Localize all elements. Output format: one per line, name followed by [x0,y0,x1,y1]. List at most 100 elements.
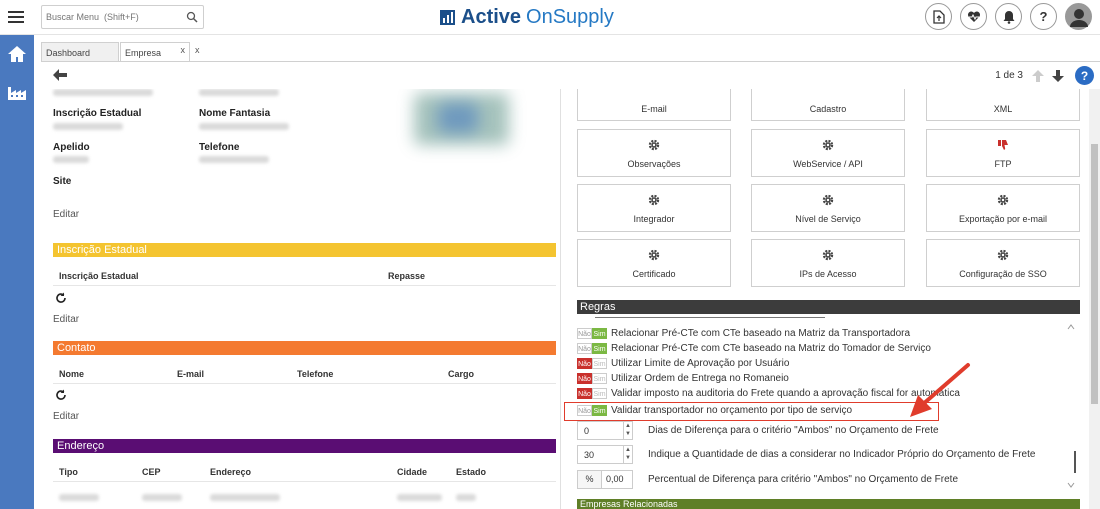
heart-pulse-icon[interactable] [960,3,987,30]
gear-icon [648,139,660,151]
label-nome-fantasia: Nome Fantasia [199,108,271,119]
card-certificado[interactable]: Certificado [577,239,731,287]
section-endereco: Endereço [53,439,556,453]
card-label: XML [993,104,1013,114]
column-inscricao-estadual: Inscrição Estadual [59,271,139,281]
section-inscricao-estadual: Inscrição Estadual [53,243,556,257]
dias-diferenca-input[interactable]: 0 ▲ ▼ [577,421,633,440]
document-upload-icon[interactable] [925,3,952,30]
percent-setting-row: % 0,00 Percentual de Diferença para crité… [577,470,958,489]
search-icon[interactable] [186,11,198,23]
gear-icon [822,249,834,261]
rule-toggle[interactable]: Não Sim [577,373,607,384]
rule-toggle[interactable]: Não Sim [577,328,607,339]
section-empresas-relacionadas: Empresas Relacionadas [577,499,1080,509]
rule-toggle[interactable]: Não Sim [577,358,607,369]
tab-label: Empresa [125,48,162,58]
side-nav [0,35,34,509]
numeric-setting-label: Indique a Quantidade de dias a considera… [648,449,1036,460]
card-label: E-mail [641,104,667,114]
close-all-tabs-icon[interactable]: x [191,42,204,61]
gear-icon [648,194,660,206]
quantidade-dias-input[interactable]: 30 ▲ ▼ [577,445,633,464]
rules-scrollbar[interactable] [1066,323,1076,489]
card-webservice-api[interactable]: WebService / API [751,129,905,177]
rule-toggle[interactable]: Não Sim [577,388,607,399]
card-nivel-de-servico[interactable]: Nível de Serviço [751,184,905,232]
label-site: Site [53,176,72,187]
stepper-icon[interactable]: ▲ ▼ [623,446,632,463]
close-tab-icon[interactable]: x [181,45,186,55]
rule-row: Não Sim Utilizar Limite de Aprovação por … [577,357,789,370]
rule-row: Não Sim Relacionar Pré-CTe com CTe basead… [577,327,910,340]
rule-row: Não Sim Relacionar Pré-CTe com CTe basead… [577,342,931,355]
percentual-diferenca-input[interactable]: % 0,00 [577,470,633,489]
label-inscricao-estadual: Inscrição Estadual [53,108,142,119]
refresh-icon[interactable] [55,389,67,401]
tab-empresa[interactable]: Empresa x [120,42,191,61]
edit-inscricao-link[interactable]: Editar [53,314,79,325]
scrollbar-thumb[interactable] [1091,144,1098,404]
column-repasse: Repasse [388,271,426,281]
numeric-setting-row: 0 ▲ ▼ Dias de Diferença para o critério "A… [577,421,939,440]
menu-icon[interactable] [8,8,24,24]
label-telefone: Telefone [199,142,240,153]
search-box[interactable] [41,5,204,29]
toolbar: 1 de 3 ? [41,61,1100,89]
company-info-panel: Inscrição Estadual Nome Fantasia Apelido… [41,89,560,509]
rule-label: Utilizar Limite de Aprovação por Usuário [611,358,790,369]
gear-icon [648,249,660,261]
user-avatar-icon[interactable] [1065,3,1092,30]
card-label: Integrador [633,214,675,224]
rule-toggle[interactable]: Não Sim [577,343,607,354]
previous-arrow-icon[interactable] [1031,69,1045,83]
column-cep: CEP [142,467,161,477]
card-label: Nível de Serviço [795,214,861,224]
gear-icon [822,194,834,206]
home-icon[interactable] [0,35,34,73]
card-xml[interactable]: XML [926,89,1080,121]
card-ftp[interactable]: FTP [926,129,1080,177]
card-integrador[interactable]: Integrador [577,184,731,232]
refresh-icon[interactable] [55,292,67,304]
factory-icon[interactable] [0,73,34,111]
edit-contato-link[interactable]: Editar [53,411,79,422]
bell-icon[interactable] [995,3,1022,30]
column-cidade: Cidade [397,467,428,477]
rule-label: Utilizar Ordem de Entrega no Romaneio [611,373,789,384]
card-observacoes[interactable]: Observações [577,129,731,177]
annotation-arrow-icon [910,363,970,417]
column-email: E-mail [177,369,205,379]
card-email[interactable]: E-mail [577,89,731,121]
help-button[interactable]: ? [1075,66,1094,85]
top-bar: Active OnSupply ? [0,0,1100,35]
gear-icon [997,249,1009,261]
card-label: Certificado [632,269,676,279]
rule-label: Relacionar Pré-CTe com CTe baseado na Ma… [611,328,911,339]
gear-icon [822,139,834,151]
column-nome: Nome [59,369,85,379]
app-logo: Active OnSupply [440,6,614,28]
tab-dashboard[interactable]: Dashboard [41,42,120,61]
column-cargo: Cargo [448,369,475,379]
card-cadastro[interactable]: Cadastro [751,89,905,121]
card-label: Configuração de SSO [959,269,1047,279]
label-apelido: Apelido [53,142,90,153]
column-tipo: Tipo [59,467,78,477]
thumbs-down-icon [998,140,1008,150]
highlight-box [564,402,939,421]
rule-row: Não Sim Utilizar Ordem de Entrega no Roma… [577,372,789,385]
card-configuracao-de-sso[interactable]: Configuração de SSO [926,239,1080,287]
numeric-setting-row: 30 ▲ ▼ Indique a Quantidade de dias a cons… [577,445,1035,464]
next-arrow-icon[interactable] [1051,69,1065,83]
card-exportacao-por-email[interactable]: Exportação por e-mail [926,184,1080,232]
help-icon[interactable]: ? [1030,3,1057,30]
card-ips-de-acesso[interactable]: IPs de Acesso [751,239,905,287]
page-scrollbar[interactable] [1089,89,1100,509]
back-arrow-icon[interactable] [52,68,68,82]
stepper-icon[interactable]: ▲ ▼ [623,422,632,439]
search-input[interactable] [42,6,182,28]
percent-prefix: % [577,470,602,489]
edit-company-link[interactable]: Editar [53,209,79,220]
percent-setting-label: Percentual de Diferença para critério "A… [648,474,959,485]
